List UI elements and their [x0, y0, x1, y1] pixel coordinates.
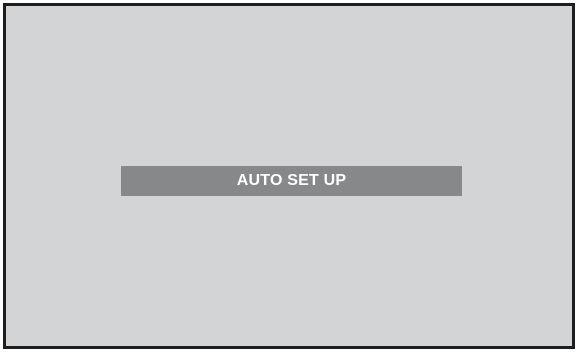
osd-message-bar: AUTO SET UP: [121, 166, 462, 196]
osd-message-label: AUTO SET UP: [236, 172, 347, 189]
display-screen: AUTO SET UP: [3, 3, 575, 349]
